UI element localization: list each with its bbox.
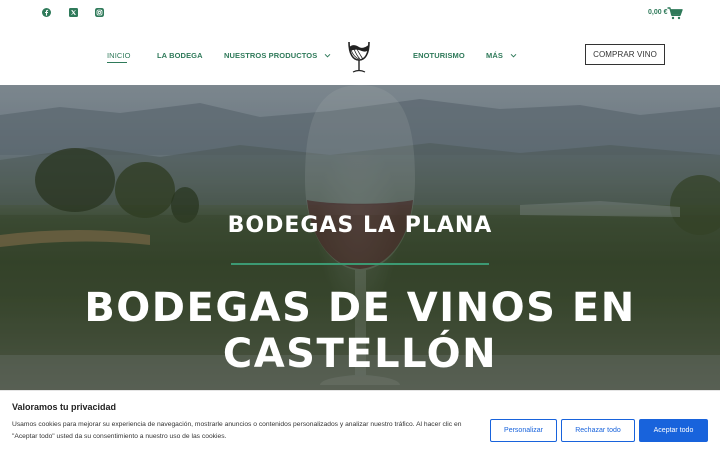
nav-item-label: INICIO bbox=[107, 51, 131, 60]
top-bar: 0,00 € bbox=[0, 0, 720, 28]
customize-cookies-button[interactable]: Personalizar bbox=[490, 419, 557, 442]
cookie-title: Valoramos tu privacidad bbox=[12, 402, 117, 412]
nav-item-nuestros-productos[interactable]: NUESTROS PRODUCTOS bbox=[224, 51, 331, 60]
hero-subtitle: BODEGAS LA PLANA bbox=[227, 213, 493, 238]
reject-all-button[interactable]: Rechazar todo bbox=[561, 419, 635, 442]
hero-divider bbox=[231, 263, 489, 265]
nav-item-label: MÁS bbox=[486, 51, 503, 60]
nav-item-label: NUESTROS PRODUCTOS bbox=[224, 51, 318, 60]
cookie-consent-banner: Valoramos tu privacidad Usamos cookies p… bbox=[0, 390, 720, 450]
bodega-logo-icon[interactable] bbox=[344, 38, 374, 76]
nav-item-enoturismo[interactable]: ENOTURISMO bbox=[413, 51, 465, 60]
nav-item-label: ENOTURISMO bbox=[413, 51, 465, 60]
instagram-icon[interactable] bbox=[95, 8, 104, 17]
chevron-down-icon bbox=[324, 52, 331, 59]
buy-wine-button[interactable]: COMPRAR VINO bbox=[585, 44, 665, 65]
hero-title: BODEGAS DE VINOS EN CASTELLÓN bbox=[84, 285, 636, 377]
nav-item-label: LA BODEGA bbox=[157, 51, 203, 60]
shopping-cart-icon[interactable] bbox=[667, 7, 683, 20]
active-nav-indicator bbox=[107, 62, 127, 63]
accept-all-button[interactable]: Aceptar todo bbox=[639, 419, 708, 442]
nav-item-inicio[interactable]: INICIO bbox=[107, 51, 131, 60]
hero-banner: BODEGAS LA PLANA BODEGAS DE VINOS EN CAS… bbox=[0, 85, 720, 390]
x-twitter-icon[interactable] bbox=[69, 8, 78, 17]
nav-item-la-bodega[interactable]: LA BODEGA bbox=[157, 51, 203, 60]
cookie-description: Usamos cookies para mejorar su experienc… bbox=[12, 421, 462, 440]
cart-amount[interactable]: 0,00 € bbox=[648, 9, 667, 16]
facebook-icon[interactable] bbox=[42, 8, 51, 17]
nav-item-mas[interactable]: MÁS bbox=[486, 51, 517, 60]
chevron-down-icon bbox=[510, 52, 517, 59]
